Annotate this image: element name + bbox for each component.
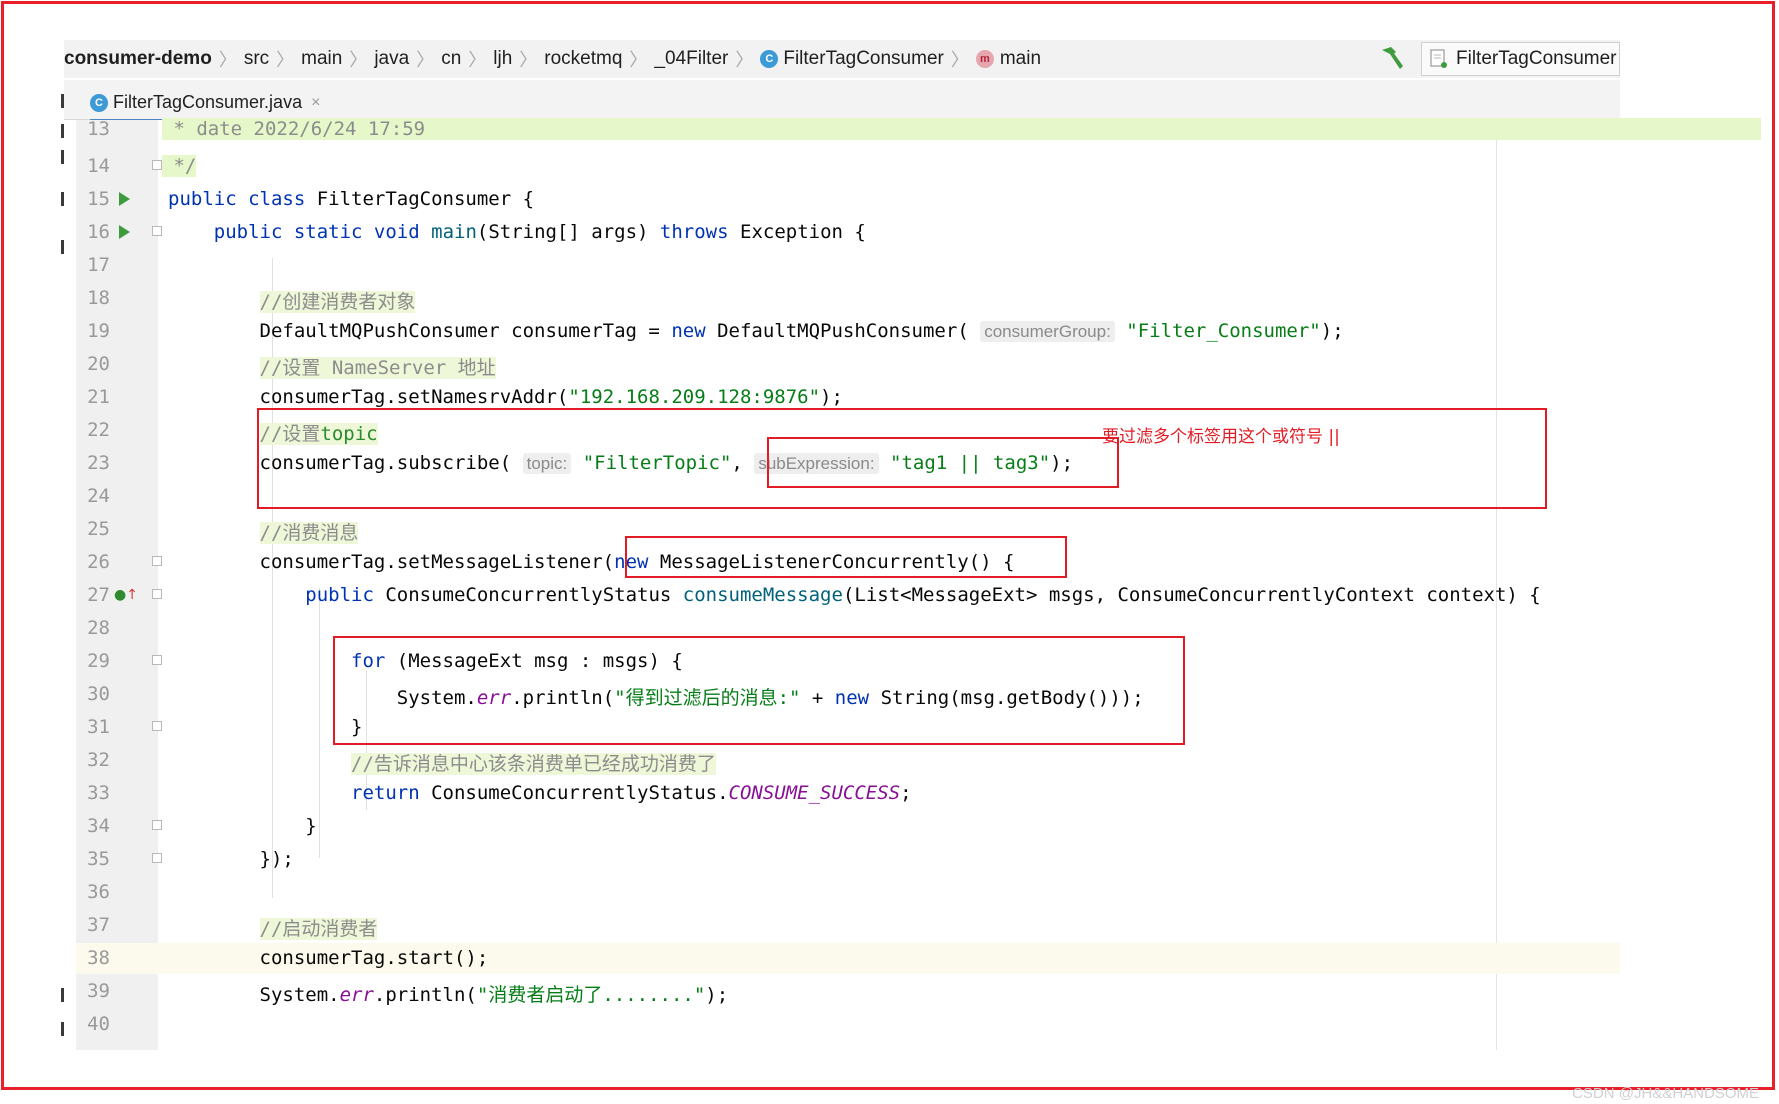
chevron-right-icon: 〉 bbox=[416, 50, 435, 70]
highlight-box-listener bbox=[625, 536, 1067, 578]
chevron-right-icon: 〉 bbox=[218, 50, 237, 70]
method-icon: m bbox=[975, 50, 994, 68]
chevron-right-icon: 〉 bbox=[349, 50, 368, 70]
highlight-box-for-loop bbox=[333, 636, 1185, 745]
fold-marker-icon[interactable] bbox=[152, 160, 162, 170]
code-line: 39 System.err.println("消费者启动了........"); bbox=[87, 980, 729, 1006]
breadcrumb-item[interactable]: cn bbox=[441, 48, 461, 70]
run-gutter-icon[interactable] bbox=[119, 192, 130, 206]
code-line: 32 //告诉消息中心该条消费单已经成功消费了 bbox=[87, 749, 716, 775]
fold-marker-icon[interactable] bbox=[152, 853, 162, 863]
annotation-note: 要过滤多个标签用这个或符号 || bbox=[1102, 427, 1340, 447]
breadcrumb-item-label: main bbox=[999, 48, 1042, 69]
code-line: 27 ●↑ public ConsumeConcurrentlyStatus c… bbox=[87, 584, 1541, 606]
fold-marker-icon[interactable] bbox=[152, 655, 162, 665]
breadcrumb-item[interactable]: rocketmq bbox=[544, 48, 622, 70]
breadcrumb-item-label: FilterTagConsumer bbox=[783, 48, 944, 69]
chevron-right-icon: 〉 bbox=[629, 50, 648, 70]
fold-marker-icon[interactable] bbox=[152, 721, 162, 731]
run-configuration-label: FilterTagConsumer bbox=[1456, 48, 1617, 69]
left-tool-strip bbox=[60, 90, 66, 1050]
code-line: 16 public static void main(String[] args… bbox=[87, 221, 866, 243]
code-line-clipped bbox=[76, 1042, 1620, 1050]
code-line: 15 public class FilterTagConsumer { bbox=[87, 188, 535, 210]
java-class-icon: C bbox=[760, 50, 779, 68]
code-line: 20 //设置 NameServer 地址 bbox=[87, 353, 496, 379]
chevron-right-icon: 〉 bbox=[276, 50, 295, 70]
fold-marker-icon[interactable] bbox=[152, 820, 162, 830]
breadcrumb-item[interactable]: consumer-demo bbox=[64, 48, 212, 70]
highlight-box-subexpression bbox=[767, 437, 1119, 488]
code-line: 19 DefaultMQPushConsumer consumerTag = n… bbox=[87, 320, 1344, 342]
run-config-file-icon bbox=[1430, 49, 1447, 68]
code-line: 18 //创建消费者对象 bbox=[87, 287, 416, 313]
code-line: 35 }); bbox=[87, 848, 294, 870]
code-line: 40 bbox=[87, 1013, 110, 1035]
parameter-hint: consumerGroup: bbox=[980, 321, 1115, 342]
code-line: 33 return ConsumeConcurrentlyStatus.CONS… bbox=[87, 782, 912, 804]
breadcrumb-item[interactable]: src bbox=[244, 48, 269, 70]
fold-marker-icon[interactable] bbox=[152, 589, 162, 599]
code-line: 34 } bbox=[87, 815, 317, 837]
fold-marker-icon[interactable] bbox=[152, 556, 162, 566]
chevron-right-icon: 〉 bbox=[468, 50, 487, 70]
run-gutter-icon[interactable] bbox=[119, 225, 130, 239]
run-configuration-selector[interactable]: FilterTagConsumer bbox=[1421, 42, 1620, 76]
breadcrumb-class-item[interactable]: C FilterTagConsumer bbox=[760, 48, 944, 70]
breadcrumb-item[interactable]: main bbox=[301, 48, 342, 70]
breadcrumb-item[interactable]: _04Filter bbox=[654, 48, 728, 70]
code-line: 13 * date 2022/6/24 17:59 bbox=[76, 114, 1762, 145]
code-line: 17 bbox=[87, 254, 110, 276]
breadcrumb-item[interactable]: ljh bbox=[493, 48, 512, 70]
breadcrumb-item[interactable]: java bbox=[374, 48, 409, 70]
code-line: 37 //启动消费者 bbox=[87, 914, 378, 940]
code-line: 36 bbox=[87, 881, 110, 903]
close-icon[interactable]: × bbox=[311, 94, 320, 112]
breadcrumb-method-item[interactable]: m main bbox=[975, 48, 1042, 70]
tab-label: FilterTagConsumer.java bbox=[113, 92, 303, 112]
override-icon[interactable]: ●↑ bbox=[114, 587, 138, 603]
chevron-right-icon: 〉 bbox=[950, 50, 969, 70]
chevron-right-icon: 〉 bbox=[735, 50, 754, 70]
current-code-line: 38 consumerTag.start(); bbox=[76, 943, 1620, 974]
chevron-right-icon: 〉 bbox=[519, 50, 538, 70]
fold-marker-icon[interactable] bbox=[152, 226, 162, 236]
java-class-icon: C bbox=[90, 93, 108, 112]
code-line: 14 */ bbox=[87, 155, 197, 177]
watermark: CSDN @JH&&HANDSOME bbox=[1572, 1085, 1759, 1102]
build-hammer-icon[interactable] bbox=[1376, 44, 1406, 74]
